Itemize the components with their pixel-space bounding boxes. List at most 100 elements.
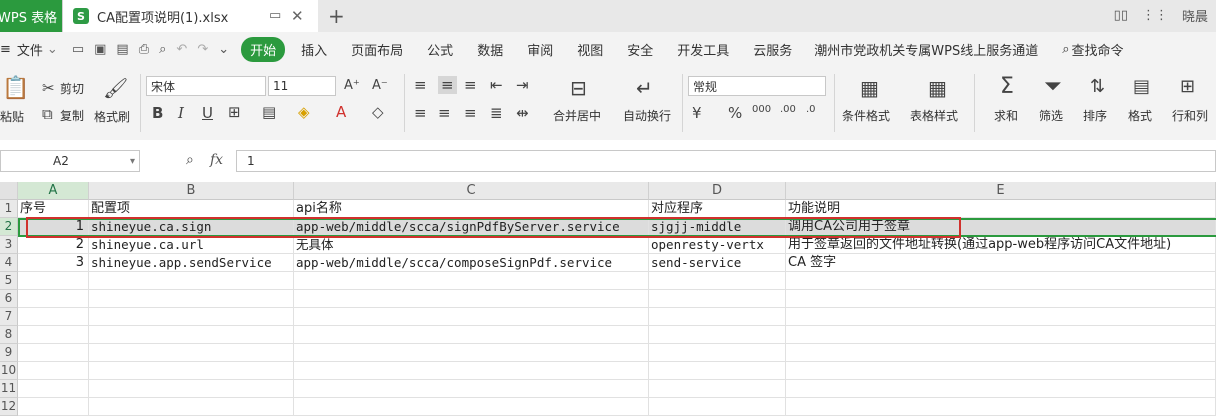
cell-b6[interactable] xyxy=(89,290,294,308)
cell-b11[interactable] xyxy=(89,380,294,398)
cell-a5[interactable] xyxy=(18,272,89,290)
close-tab-icon[interactable]: ✕ xyxy=(291,7,304,25)
user-name[interactable]: 晓晨 xyxy=(1182,6,1208,25)
wrap-text-button[interactable]: 自动换行 xyxy=(623,107,671,124)
rows-cols-button[interactable]: 行和列 xyxy=(1172,107,1208,124)
fx-icon[interactable]: fx xyxy=(210,152,223,168)
pdf-icon[interactable]: ▤ xyxy=(116,42,128,57)
format-icon[interactable]: ▤ xyxy=(1133,76,1150,97)
decrease-decimal-icon[interactable]: .0 xyxy=(806,104,816,115)
tab-review[interactable]: 审阅 xyxy=(527,40,553,59)
cell-b1[interactable]: 配置项 xyxy=(89,200,294,218)
align-left-icon[interactable]: ≡ xyxy=(414,104,427,122)
cell-a8[interactable] xyxy=(18,326,89,344)
cell-d6[interactable] xyxy=(649,290,786,308)
percent-icon[interactable]: % xyxy=(728,104,742,122)
cut-button[interactable]: 剪切 xyxy=(60,80,84,97)
cell-b5[interactable] xyxy=(89,272,294,290)
cell-e4[interactable]: CA 签字 xyxy=(786,254,1216,272)
table-style-button[interactable]: 表格样式 xyxy=(910,107,958,124)
tab-service-channel[interactable]: 潮州市党政机关专属WPS线上服务通道 xyxy=(814,40,1038,59)
row-header[interactable]: 4 xyxy=(0,254,18,272)
thousands-icon[interactable]: 000 xyxy=(752,104,771,115)
print-icon[interactable]: ⎙ xyxy=(139,42,149,57)
cell-e5[interactable] xyxy=(786,272,1216,290)
paste-icon[interactable]: 📋 xyxy=(2,76,29,101)
cell-a11[interactable] xyxy=(18,380,89,398)
copy-icon[interactable]: ⧉ xyxy=(42,105,53,123)
hamburger-icon[interactable]: ≡ xyxy=(0,42,11,57)
tab-view[interactable]: 视图 xyxy=(577,40,603,59)
align-middle-icon[interactable]: ≡ xyxy=(438,76,457,94)
search-command[interactable]: 查找命令 xyxy=(1072,40,1124,59)
conditional-format-icon[interactable]: ▦ xyxy=(860,76,879,100)
cell-a7[interactable] xyxy=(18,308,89,326)
wrap-text-icon[interactable]: ↵ xyxy=(636,76,653,100)
cell-d8[interactable] xyxy=(649,326,786,344)
cell-b7[interactable] xyxy=(89,308,294,326)
align-top-icon[interactable]: ≡ xyxy=(414,76,427,94)
cell-e8[interactable] xyxy=(786,326,1216,344)
cell-d10[interactable] xyxy=(649,362,786,380)
cell-c11[interactable] xyxy=(294,380,649,398)
cell-c4[interactable]: app-web/middle/scca/composeSignPdf.servi… xyxy=(294,254,649,272)
row-header[interactable]: 1 xyxy=(0,200,18,218)
distribute-icon[interactable]: ⇹ xyxy=(516,104,529,122)
font-color-icon[interactable]: A xyxy=(336,103,346,121)
row-header[interactable]: 6 xyxy=(0,290,18,308)
fill-color-icon[interactable]: ◈ xyxy=(298,103,310,121)
column-header-d[interactable]: D xyxy=(649,182,786,200)
cell-b3[interactable]: shineyue.ca.url xyxy=(89,236,294,254)
cell-a3[interactable]: 2 xyxy=(18,236,89,254)
tab-file[interactable]: S CA配置项说明(1).xlsx ▭ ✕ xyxy=(62,0,318,32)
copy-button[interactable]: 复制 xyxy=(60,107,84,124)
name-box[interactable]: A2 ▾ xyxy=(0,150,140,172)
cell-a9[interactable] xyxy=(18,344,89,362)
row-header[interactable]: 12 xyxy=(0,398,18,416)
underline-icon[interactable]: U xyxy=(202,104,213,122)
row-header[interactable]: 7 xyxy=(0,308,18,326)
cell-c5[interactable] xyxy=(294,272,649,290)
chevron-down-icon[interactable]: ⌄ xyxy=(47,42,58,57)
column-header-a[interactable]: A xyxy=(18,182,89,200)
cell-b12[interactable] xyxy=(89,398,294,416)
cut-icon[interactable]: ✂ xyxy=(42,79,55,97)
cell-e11[interactable] xyxy=(786,380,1216,398)
cell-d4[interactable]: send-service xyxy=(649,254,786,272)
preview-icon[interactable]: ⌕ xyxy=(159,42,166,57)
tab-insert[interactable]: 插入 xyxy=(301,40,327,59)
table-style-icon[interactable]: ▦ xyxy=(928,76,947,100)
cell-a10[interactable] xyxy=(18,362,89,380)
cell-c1[interactable]: api名称 xyxy=(294,200,649,218)
tab-start[interactable]: 开始 xyxy=(241,36,286,62)
cell-c9[interactable] xyxy=(294,344,649,362)
cell-b10[interactable] xyxy=(89,362,294,380)
cell-a4[interactable]: 3 xyxy=(18,254,89,272)
cell-e1[interactable]: 功能说明 xyxy=(786,200,1216,218)
sum-button[interactable]: 求和 xyxy=(994,107,1018,124)
merge-center-button[interactable]: 合并居中 xyxy=(553,107,601,124)
rows-cols-icon[interactable]: ⊞ xyxy=(1180,76,1195,97)
cell-a1[interactable]: 序号 xyxy=(18,200,89,218)
column-header-e[interactable]: E xyxy=(786,182,1216,200)
tab-data[interactable]: 数据 xyxy=(477,40,503,59)
cell-e10[interactable] xyxy=(786,362,1216,380)
cell-c7[interactable] xyxy=(294,308,649,326)
cell-d12[interactable] xyxy=(649,398,786,416)
row-header[interactable]: 10 xyxy=(0,362,18,380)
cell-b8[interactable] xyxy=(89,326,294,344)
cell-d9[interactable] xyxy=(649,344,786,362)
cell-a6[interactable] xyxy=(18,290,89,308)
format-painter-icon[interactable]: 🖌 xyxy=(103,76,128,100)
save-icon[interactable]: ▣ xyxy=(94,42,106,57)
undo-icon[interactable]: ↶ xyxy=(176,42,187,57)
row-header[interactable]: 3 xyxy=(0,236,18,254)
font-grow-icon[interactable]: A⁺ xyxy=(344,78,360,93)
bold-icon[interactable]: B xyxy=(152,104,163,122)
column-header-c[interactable]: C xyxy=(294,182,649,200)
redo-icon[interactable]: ↷ xyxy=(197,42,208,57)
cell-c10[interactable] xyxy=(294,362,649,380)
row-header[interactable]: 8 xyxy=(0,326,18,344)
row-header[interactable]: 11 xyxy=(0,380,18,398)
cell-e7[interactable] xyxy=(786,308,1216,326)
